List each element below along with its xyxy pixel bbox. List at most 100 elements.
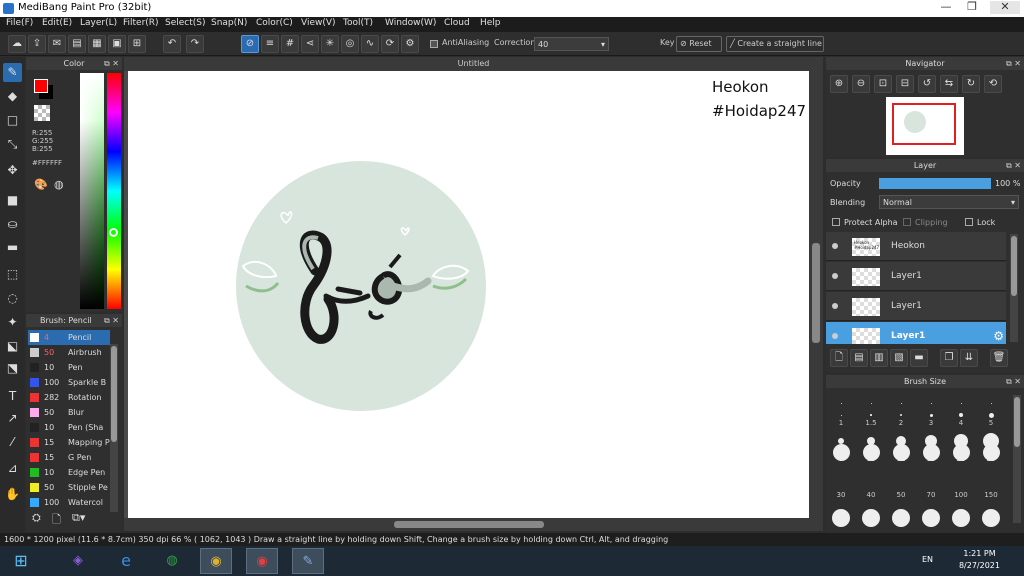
comment-icon[interactable]: ✉ <box>48 35 66 53</box>
antialiasing-checkbox[interactable] <box>430 40 438 48</box>
brush-size-dot[interactable] <box>922 444 940 461</box>
menu-cloud[interactable]: Cloud <box>444 18 470 28</box>
hue-slider[interactable] <box>107 73 121 309</box>
brush-tool-icon[interactable]: ✎ <box>3 63 22 82</box>
canvas-vertical-scrollbar[interactable] <box>809 71 823 518</box>
navigator-preview[interactable] <box>886 97 964 155</box>
share-icon[interactable]: ⇪ <box>28 35 46 53</box>
document-tab[interactable]: Untitled <box>124 57 823 71</box>
chrome-app-icon[interactable]: ◉ <box>246 548 278 574</box>
brush-size-dot[interactable] <box>982 509 1000 527</box>
panel-close-icon[interactable]: ⧉ ✕ <box>104 57 119 70</box>
eye-icon[interactable] <box>832 273 838 279</box>
rotate-snap-icon[interactable]: ⟳ <box>381 35 399 53</box>
opacity-slider[interactable] <box>879 178 991 189</box>
close-button[interactable]: ✕ <box>990 1 1020 14</box>
snap-off-icon[interactable]: ⊘ <box>241 35 259 53</box>
flip-icon[interactable]: ⇆ <box>940 75 958 93</box>
menu-window[interactable]: Window(W) <box>385 18 436 28</box>
brush-size-dot[interactable] <box>922 509 940 527</box>
menu-tool[interactable]: Tool(T) <box>343 18 373 28</box>
minimize-button[interactable]: — <box>936 1 956 14</box>
gear-icon[interactable]: ⚙ <box>993 329 1004 343</box>
parallel-snap-icon[interactable]: ≡ <box>261 35 279 53</box>
brush-item[interactable]: 282 Rotation <box>28 390 110 405</box>
grid-snap-icon[interactable]: # <box>281 35 299 53</box>
pages-icon[interactable]: ▣ <box>108 35 126 53</box>
brush-size-dot[interactable] <box>892 444 910 461</box>
gradient-tool-icon[interactable]: ▬ <box>3 238 22 257</box>
eraser-tool-icon[interactable]: ◆ <box>3 87 22 106</box>
settings-icon[interactable]: ⚙ <box>401 35 419 53</box>
brush-item[interactable]: 10 Edge Pen <box>28 465 110 480</box>
maximize-button[interactable]: ❐ <box>962 1 982 14</box>
divide-tool-icon[interactable]: ⊿ <box>3 459 22 478</box>
add-image-layer-icon[interactable]: ▧ <box>890 349 908 367</box>
fill-rect-tool-icon[interactable]: ■ <box>3 191 22 210</box>
brush-size-dot[interactable] <box>952 509 970 527</box>
brush-size-dot[interactable] <box>870 414 872 416</box>
protect-alpha-checkbox[interactable] <box>832 218 840 226</box>
menu-snap[interactable]: Snap(N) <box>211 18 247 28</box>
document-icon[interactable]: ▤ <box>68 35 86 53</box>
panel-close-icon[interactable]: ⧉ ✕ <box>1006 159 1021 172</box>
fit-icon[interactable]: ⊡ <box>874 75 892 93</box>
folder-icon[interactable]: ▬ <box>910 349 928 367</box>
radial-snap-icon[interactable]: ✳ <box>321 35 339 53</box>
reset-button[interactable]: ⊘ Reset <box>676 36 722 52</box>
panel-close-icon[interactable]: ⧉ ✕ <box>1006 375 1021 388</box>
brush-item[interactable]: 15 Mapping P <box>28 435 110 450</box>
new-1bit-layer-icon[interactable]: ▥ <box>870 349 888 367</box>
new-brush-icon[interactable]: 🗋 <box>52 511 61 530</box>
brush-size-dot[interactable] <box>959 413 963 417</box>
bucket-tool-icon[interactable]: ⛀ <box>3 215 22 234</box>
menu-view[interactable]: View(V) <box>301 18 336 28</box>
brush-size-dot[interactable] <box>900 414 902 416</box>
brush-item[interactable]: 50 Stipple Pe <box>28 480 110 495</box>
brush-size-dot[interactable] <box>982 444 1000 461</box>
new-layer-icon[interactable]: 🗋 <box>830 349 848 367</box>
brush-size-dot[interactable] <box>988 412 994 418</box>
layer-row[interactable]: Layer1 <box>826 262 1006 291</box>
brush-menu-icon[interactable]: ⧉▾ <box>72 511 85 525</box>
move-tool-icon[interactable]: ✥ <box>3 161 22 180</box>
menu-help[interactable]: Help <box>480 18 501 28</box>
duplicate-layer-icon[interactable]: ❐ <box>940 349 958 367</box>
brush-size-dot[interactable] <box>892 509 910 527</box>
brush-size-dot[interactable] <box>840 414 842 416</box>
brush-size-dot[interactable] <box>841 403 842 404</box>
rotate-left-icon[interactable]: ↺ <box>918 75 936 93</box>
correction-select[interactable]: 40 ▾ <box>534 37 609 51</box>
dot-tool-icon[interactable]: ⤡ <box>3 135 22 154</box>
line-app-icon[interactable]: ◍ <box>156 548 188 574</box>
brush-item[interactable]: 100 Sparkle B <box>28 375 110 390</box>
brush-item[interactable]: 10 Pen <box>28 360 110 375</box>
layer-scrollbar[interactable] <box>1010 234 1018 342</box>
eye-icon[interactable] <box>832 303 838 309</box>
brush-item[interactable]: 10 Pen (Sha <box>28 420 110 435</box>
straight-line-button[interactable]: ╱ Create a straight line <box>726 36 824 52</box>
language-indicator[interactable]: EN <box>922 555 933 564</box>
cloud-icon[interactable]: ☁ <box>8 35 26 53</box>
rect-tool-icon[interactable]: □ <box>3 111 22 130</box>
brush-size-dot[interactable] <box>991 403 992 404</box>
rotate-right-icon[interactable]: ↻ <box>962 75 980 93</box>
actual-size-icon[interactable]: ⊟ <box>896 75 914 93</box>
start-button-icon[interactable]: ⊞ <box>4 548 38 574</box>
saturation-value-picker[interactable] <box>80 73 104 309</box>
medibang-icon[interactable]: ✎ <box>292 548 324 574</box>
lock-checkbox[interactable] <box>965 218 973 226</box>
panel-close-icon[interactable]: ⧉ ✕ <box>104 314 119 327</box>
brush-size-dot[interactable] <box>929 413 933 417</box>
canvas[interactable]: Heokon #Hoidap247 <box>128 71 809 518</box>
panel-close-icon[interactable]: ⧉ ✕ <box>1006 57 1021 70</box>
menu-edit[interactable]: Edit(E) <box>42 18 72 28</box>
hand-tool-icon[interactable]: ✋ <box>3 485 22 504</box>
operation-tool-icon[interactable]: ↗ <box>3 409 22 428</box>
palette-icon[interactable]: 🎨 <box>34 178 48 191</box>
brush-size-dot[interactable] <box>901 403 902 404</box>
reset-view-icon[interactable]: ⟲ <box>984 75 1002 93</box>
delete-layer-icon[interactable]: 🗑 <box>990 349 1008 367</box>
menu-filter[interactable]: Filter(R) <box>123 18 159 28</box>
hue-handle[interactable] <box>109 228 118 237</box>
